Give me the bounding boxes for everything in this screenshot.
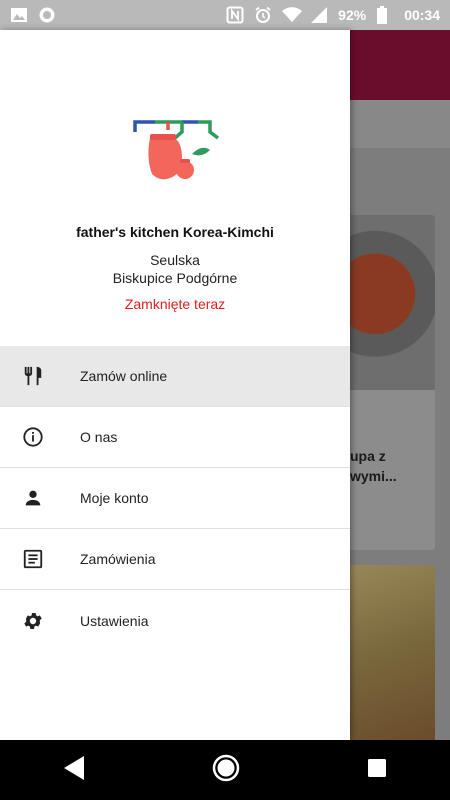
background-dish-card: [335, 215, 435, 550]
nfc-icon: [226, 6, 244, 24]
restaurant-icon: [0, 365, 80, 387]
menu-item-label: O nas: [80, 429, 118, 445]
address-city: Biskupice Podgórne: [112, 270, 238, 286]
system-navigation-bar: [0, 740, 450, 800]
restaurant-name: father's kitchen Korea-Kimchi: [76, 224, 274, 240]
info-icon: [0, 426, 80, 448]
menu-item-label: Ustawienia: [80, 612, 149, 629]
battery-level: 92%: [338, 7, 367, 23]
receipt-icon: [0, 548, 80, 570]
navigation-drawer: father's kitchen Korea-Kimchi Seulska Bi…: [0, 30, 350, 740]
menu-item-label: Zamów online: [80, 368, 168, 384]
background-dish-image: [335, 215, 435, 390]
menu-item-settings[interactable]: Ustawienia: [0, 590, 350, 651]
gear-icon: [0, 610, 80, 632]
alarm-icon: [254, 6, 272, 24]
wifi-icon: [282, 6, 303, 24]
circle-notification-icon: [38, 6, 56, 24]
opening-status: Zamknięte teraz: [124, 296, 226, 312]
image-notification-icon: [10, 6, 28, 24]
menu-item-label: Moje konto: [80, 490, 149, 506]
battery-icon: [376, 6, 394, 24]
home-button[interactable]: [211, 753, 241, 788]
background-dish-image: [335, 565, 435, 740]
person-icon: [0, 487, 80, 509]
clock: 00:34: [404, 7, 440, 23]
back-button[interactable]: [62, 755, 86, 786]
drawer-menu: Zamów online O nas Moje konto Zamówienia…: [0, 346, 350, 651]
menu-item-label: Zamówienia: [80, 551, 156, 567]
status-bar: 92% 00:34: [0, 0, 450, 30]
recents-button[interactable]: [366, 757, 388, 784]
menu-item-order-online[interactable]: Zamów online: [0, 346, 350, 407]
background-card-title-line: upa z: [350, 448, 386, 464]
menu-item-orders[interactable]: Zamówienia: [0, 529, 350, 590]
background-card-title-line: wymi...: [350, 468, 397, 484]
signal-icon: [310, 6, 328, 24]
background-dish-card: [335, 565, 435, 740]
menu-item-about[interactable]: O nas: [0, 407, 350, 468]
restaurant-logo: [133, 120, 220, 180]
background-card-title: upa z wymi...: [350, 446, 397, 486]
address-street: Seulska: [150, 252, 200, 268]
menu-item-my-account[interactable]: Moje konto: [0, 468, 350, 529]
